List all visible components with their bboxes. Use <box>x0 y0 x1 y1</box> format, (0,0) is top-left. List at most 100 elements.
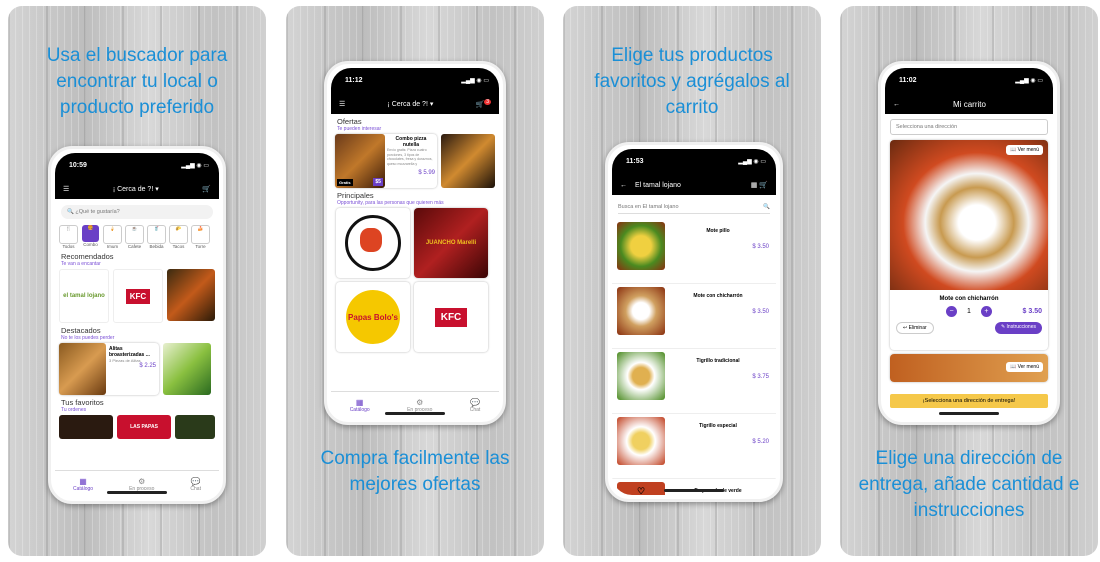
app-bar: ☰ ¡ Cerca de ?! ▾ 🛒 3 <box>331 94 499 114</box>
category-item[interactable]: 🍴 Todos <box>59 225 78 249</box>
section-subtitle: No te los puedes perder <box>61 335 115 341</box>
product-row[interactable]: Tigrillo tradicional $ 3.75 <box>612 349 776 414</box>
section-title: Tus favoritos <box>61 398 104 407</box>
ver-menu-button[interactable]: 📖 Ver menú <box>1005 145 1043 155</box>
store-search-input[interactable]: Busca en El tamal lojano 🔍 <box>618 200 770 214</box>
category-item-active[interactable]: 🍔 Combo <box>81 225 100 249</box>
address-input[interactable]: Selecciona una dirección <box>890 119 1048 135</box>
store-card[interactable]: Papas Bolo's <box>336 282 410 352</box>
product-image <box>59 343 106 395</box>
promo-panel-search: Usa el buscador para encontrar tu local … <box>8 6 266 556</box>
location-selector[interactable]: ¡ Cerca de ?! ▾ <box>113 185 159 193</box>
section-subtitle: Te van a encantar <box>61 261 101 267</box>
favorite-card[interactable] <box>59 415 113 439</box>
tab-in-progress[interactable]: ⚙ En proceso <box>407 398 432 413</box>
store-title: El tamal lojano <box>635 181 681 189</box>
quantity-stepper: − 1 + $ 3.50 <box>890 306 1048 317</box>
phone-catalog: 10:59 ▂▄▆ ◉ ▭ ☰ ¡ Cerca de ?! ▾ 🛒 🔍 ¿Qué … <box>48 146 226 504</box>
cart-item-card: 📖 Ver menú Mote con chicharrón − 1 + $ 3… <box>890 140 1048 350</box>
item-name: Mote con chicharrón <box>939 296 999 302</box>
tab-catalog[interactable]: ▦ Catálogo <box>73 477 93 492</box>
section-subtitle: Opportunity, para las personas que quier… <box>337 200 444 206</box>
tab-chat[interactable]: 💬 Chat <box>190 477 201 492</box>
select-address-banner[interactable]: ¡Selecciona una dirección de entrega! <box>890 394 1048 408</box>
promo-panel-products: Elige tus productos favoritos y agrégalo… <box>563 6 821 556</box>
chat-icon: 💬 <box>190 476 201 486</box>
ver-menu-button[interactable]: 📖 Ver menú <box>1005 362 1043 372</box>
promo-panel-cart: 11:02 ▂▄▆ ◉ ▭ ← Mi carrito Selecciona una… <box>840 6 1098 556</box>
section-title: Destacados <box>61 326 101 335</box>
back-icon[interactable]: ← <box>893 101 900 108</box>
favorite-card[interactable]: LAS PAPAS <box>117 415 171 439</box>
caption-offers: Compra facilmente las mejores ofertas <box>320 448 510 495</box>
cart-icon[interactable]: 🛒 3 <box>476 99 491 109</box>
cart-icon[interactable]: 🛒 <box>202 185 211 193</box>
status-time: 11:53 <box>626 158 644 165</box>
store-card[interactable] <box>336 208 410 278</box>
status-time: 11:12 <box>345 77 363 84</box>
section-title: Principales <box>337 191 374 200</box>
status-time: 10:59 <box>69 162 87 169</box>
grid-view-icon[interactable]: ▦ <box>751 181 760 189</box>
offer-card[interactable]: Gratis $5 Combo pizza nutella Envío grat… <box>335 134 437 188</box>
quantity-value: 1 <box>967 308 971 315</box>
product-list: Mote pillo $ 3.50 Mote con chicharrón $ 3.… <box>612 219 776 495</box>
cart-item-card: 📖 Ver menú <box>890 354 1048 382</box>
caption-products: Elige tus productos favoritos y agrégalo… <box>594 45 790 118</box>
category-item[interactable]: 🌮 Tacos <box>169 225 188 249</box>
product-image <box>617 352 665 400</box>
delivery-icon: ⚙ <box>138 476 146 486</box>
offers-row: Gratis $5 Combo pizza nutella Envío grat… <box>331 134 499 188</box>
delete-button[interactable]: ↩ Eliminar <box>896 322 934 334</box>
store-card[interactable]: el tamal lojano <box>59 269 109 323</box>
category-item[interactable]: ☕ Cafete <box>125 225 144 249</box>
product-row[interactable]: Tigrillo especial $ 5.20 <box>612 414 776 479</box>
item-price: $ 3.50 <box>1022 308 1042 315</box>
product-row[interactable]: Mote con chicharrón $ 3.50 <box>612 284 776 349</box>
caption-search: Usa el buscador para encontrar tu local … <box>46 45 228 118</box>
category-item[interactable]: 🥤 Bebida <box>147 225 166 249</box>
search-input[interactable]: 🔍 ¿Qué te gustaría? <box>61 205 213 219</box>
item-actions: ↩ Eliminar ✎ Instrucciones <box>890 317 1048 339</box>
increment-button[interactable]: + <box>980 306 992 317</box>
store-card[interactable] <box>167 269 215 321</box>
product-row[interactable]: Mote pillo $ 3.50 <box>612 219 776 284</box>
category-bar: 🍴 Todos 🍔 Combo 🍦 Imum ☕ Cafete 🥤 Bebida 🌮 Tac… <box>55 225 219 249</box>
menu-icon[interactable]: ☰ <box>63 185 69 193</box>
phone-offers: 11:12 ▂▄▆ ◉ ▭ ☰ ¡ Cerca de ?! ▾ 🛒 3 Oferta… <box>324 61 506 425</box>
delivery-icon: ⚙ <box>416 397 424 407</box>
heart-icon[interactable]: ♡ <box>617 482 665 495</box>
menu-icon[interactable]: ☰ <box>339 100 345 108</box>
cart-icon[interactable]: 🛒 <box>759 181 768 189</box>
location-selector[interactable]: ¡ Cerca de ?! ▾ <box>387 100 433 108</box>
section-subtitle: Te pueden interesar <box>337 126 382 132</box>
product-card[interactable]: Alitas broasterizadas ... 3 Piezas de Al… <box>59 343 159 395</box>
app-bar: ← Mi carrito <box>885 94 1053 114</box>
section-title: Ofertas <box>337 117 362 126</box>
caption-cart: Elige una dirección de entrega, añade ca… <box>858 448 1080 521</box>
decrement-button[interactable]: − <box>946 306 958 317</box>
category-item[interactable]: 🍰 Torre <box>191 225 210 249</box>
instructions-button[interactable]: ✎ Instrucciones <box>994 322 1042 334</box>
store-card[interactable]: KFC <box>414 282 488 352</box>
tab-in-progress[interactable]: ⚙ En proceso <box>129 477 154 492</box>
favorite-card[interactable] <box>175 415 215 439</box>
tab-chat[interactable]: 💬 Chat <box>470 398 481 413</box>
back-icon[interactable]: ← <box>620 182 627 189</box>
app-bar: ☰ ¡ Cerca de ?! ▾ 🛒 <box>55 179 219 199</box>
product-row[interactable]: ♡ Empanada de verde <box>612 479 776 495</box>
phone-cart: 11:02 ▂▄▆ ◉ ▭ ← Mi carrito Selecciona una… <box>878 61 1060 425</box>
section-subtitle: Tu ordenes <box>61 407 87 413</box>
status-time: 11:02 <box>899 77 917 84</box>
store-card[interactable]: JUANCHO Marelli <box>414 208 488 278</box>
chat-icon: 💬 <box>470 397 481 407</box>
category-item[interactable]: 🍦 Imum <box>103 225 122 249</box>
section-title: Recomendados <box>61 252 114 261</box>
product-image: 📖 Ver menú <box>890 140 1048 290</box>
tab-catalog[interactable]: ▦ Catálogo <box>350 398 370 413</box>
offer-card[interactable] <box>441 134 495 188</box>
product-card[interactable] <box>163 343 211 395</box>
offer-image: Gratis $5 <box>335 134 385 188</box>
store-card[interactable]: KFC <box>113 269 163 323</box>
grid-icon: ▦ <box>355 397 364 407</box>
